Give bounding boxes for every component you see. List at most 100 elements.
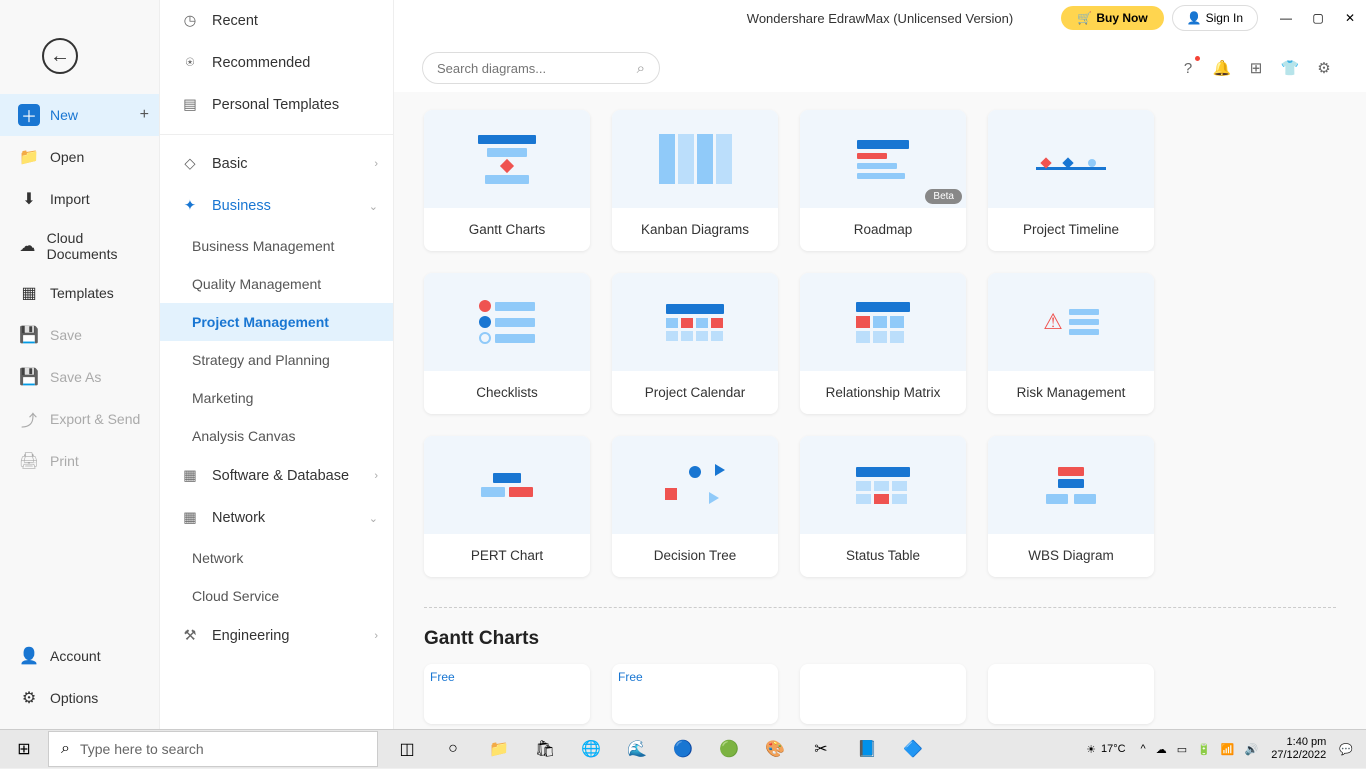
app-icon-1[interactable]: 🔵 bbox=[660, 730, 706, 769]
template-card-status-table[interactable]: Status Table bbox=[800, 436, 966, 577]
subcat-network[interactable]: Network bbox=[160, 539, 393, 577]
bell-icon[interactable]: 🔔 bbox=[1208, 54, 1236, 82]
cat-personal-templates[interactable]: ▤ Personal Templates bbox=[160, 84, 393, 126]
cat-label: Basic bbox=[212, 156, 247, 172]
subcat-quality-management[interactable]: Quality Management bbox=[160, 265, 393, 303]
battery-icon[interactable]: 🔋 bbox=[1192, 743, 1216, 756]
meet-icon[interactable]: ▭ bbox=[1172, 743, 1192, 756]
template-sample-4[interactable] bbox=[988, 664, 1154, 724]
template-card-gantt-charts[interactable]: Gantt Charts bbox=[424, 110, 590, 251]
cat-basic[interactable]: ◇ Basic › bbox=[160, 143, 393, 185]
chrome-icon[interactable]: 🌐 bbox=[568, 730, 614, 769]
search-icon[interactable]: ⌕ bbox=[637, 60, 645, 77]
chevron-right-icon: › bbox=[374, 630, 378, 642]
explorer-icon[interactable]: 📁 bbox=[476, 730, 522, 769]
settings-icon[interactable]: ⚙ bbox=[1310, 54, 1338, 82]
template-thumbnail bbox=[424, 436, 590, 534]
snip-icon[interactable]: ✂ bbox=[798, 730, 844, 769]
cloud-icon: ☁ bbox=[18, 235, 37, 257]
template-card-decision-tree[interactable]: Decision Tree bbox=[612, 436, 778, 577]
taskbar-search[interactable]: ⌕ Type here to search bbox=[48, 731, 378, 767]
maximize-button[interactable]: ▢ bbox=[1302, 2, 1334, 34]
account-icon: 👤 bbox=[18, 645, 40, 667]
main-content: Wondershare EdrawMax (Unlicensed Version… bbox=[394, 0, 1366, 729]
template-card-pert-chart[interactable]: PERT Chart bbox=[424, 436, 590, 577]
template-card-project-calendar[interactable]: Project Calendar bbox=[612, 273, 778, 414]
template-label: Status Table bbox=[800, 534, 966, 577]
tray-chevron-icon[interactable]: ^ bbox=[1136, 743, 1151, 755]
notifications-icon[interactable]: 💬 bbox=[1334, 743, 1358, 756]
nav-templates[interactable]: ▦ Templates bbox=[0, 272, 159, 314]
template-sample-1[interactable]: Free bbox=[424, 664, 590, 724]
edge-icon[interactable]: 🌊 bbox=[614, 730, 660, 769]
nav-save[interactable]: 💾 Save bbox=[0, 314, 159, 356]
subcat-project-management[interactable]: Project Management bbox=[160, 303, 393, 341]
grammarly-icon[interactable]: 🟢 bbox=[706, 730, 752, 769]
template-card-relationship-matrix[interactable]: Relationship Matrix bbox=[800, 273, 966, 414]
weather-icon[interactable]: ☀ bbox=[1081, 743, 1101, 756]
word-icon[interactable]: 📘 bbox=[844, 730, 890, 769]
subcat-marketing[interactable]: Marketing bbox=[160, 379, 393, 417]
template-card-wbs-diagram[interactable]: WBS Diagram bbox=[988, 436, 1154, 577]
apps-icon[interactable]: ⊞ bbox=[1242, 54, 1270, 82]
cortana-icon[interactable]: ○ bbox=[430, 730, 476, 769]
taskbar-clock[interactable]: 1:40 pm 27/12/2022 bbox=[1263, 736, 1334, 762]
save-as-icon: 💾 bbox=[18, 366, 40, 388]
template-card-roadmap[interactable]: BetaRoadmap bbox=[800, 110, 966, 251]
help-icon[interactable]: ? bbox=[1174, 54, 1202, 82]
cat-recommended[interactable]: ⍟ Recommended bbox=[160, 42, 393, 84]
template-grid-area[interactable]: Gantt ChartsKanban DiagramsBetaRoadmapPr… bbox=[394, 92, 1366, 729]
subcat-analysis-canvas[interactable]: Analysis Canvas bbox=[160, 417, 393, 455]
store-icon[interactable]: 🛍 bbox=[522, 730, 568, 769]
task-view-icon[interactable]: ◫ bbox=[384, 730, 430, 769]
subcat-business-management[interactable]: Business Management bbox=[160, 227, 393, 265]
close-button[interactable]: ✕ bbox=[1334, 2, 1366, 34]
paint-icon[interactable]: 🎨 bbox=[752, 730, 798, 769]
subcat-strategy-planning[interactable]: Strategy and Planning bbox=[160, 341, 393, 379]
template-label: Risk Management bbox=[988, 371, 1154, 414]
cat-business[interactable]: ✦ Business ⌄ bbox=[160, 185, 393, 227]
back-button[interactable]: ← bbox=[42, 38, 78, 74]
nav-cloud-documents[interactable]: ☁ Cloud Documents bbox=[0, 220, 159, 272]
cat-engineering[interactable]: ⚒ Engineering › bbox=[160, 615, 393, 657]
weather-temp[interactable]: 17°C bbox=[1101, 743, 1126, 755]
onedrive-icon[interactable]: ☁ bbox=[1151, 743, 1172, 756]
template-card-project-timeline[interactable]: Project Timeline bbox=[988, 110, 1154, 251]
cat-network[interactable]: ▦ Network ⌄ bbox=[160, 497, 393, 539]
search-input[interactable] bbox=[437, 61, 637, 76]
template-sample-3[interactable] bbox=[800, 664, 966, 724]
shirt-icon[interactable]: 👕 bbox=[1276, 54, 1304, 82]
templates-icon: ▦ bbox=[18, 282, 40, 304]
nav-import[interactable]: ⬇ Import bbox=[0, 178, 159, 220]
nav-account[interactable]: 👤 Account bbox=[0, 635, 159, 677]
template-thumbnail bbox=[988, 110, 1154, 208]
nav-export-send[interactable]: ⤴ Export & Send bbox=[0, 398, 159, 440]
template-card-kanban-diagrams[interactable]: Kanban Diagrams bbox=[612, 110, 778, 251]
volume-icon[interactable]: 🔊 bbox=[1240, 743, 1264, 756]
buy-now-button[interactable]: 🛒 Buy Now bbox=[1061, 6, 1163, 30]
nav-print[interactable]: 🖨 Print bbox=[0, 440, 159, 482]
add-icon[interactable]: + bbox=[140, 106, 149, 124]
sign-in-button[interactable]: 👤 Sign In bbox=[1172, 5, 1258, 31]
search-box[interactable]: ⌕ bbox=[422, 52, 660, 84]
nav-label: Save As bbox=[50, 369, 101, 385]
minimize-button[interactable]: — bbox=[1270, 2, 1302, 34]
free-badge: Free bbox=[618, 670, 643, 684]
template-thumbnail bbox=[612, 110, 778, 208]
clock-icon: ◷ bbox=[180, 11, 200, 31]
nav-options[interactable]: ⚙ Options bbox=[0, 677, 159, 719]
wifi-icon[interactable]: 📶 bbox=[1216, 743, 1240, 756]
nav-new[interactable]: ＋ New + bbox=[0, 94, 159, 136]
template-card-checklists[interactable]: Checklists bbox=[424, 273, 590, 414]
cat-recent[interactable]: ◷ Recent bbox=[160, 0, 393, 42]
template-card-risk-management[interactable]: ⚠Risk Management bbox=[988, 273, 1154, 414]
section-gantt-title: Gantt Charts bbox=[424, 628, 1336, 650]
cat-software-database[interactable]: ▦ Software & Database › bbox=[160, 455, 393, 497]
subcat-cloud-service[interactable]: Cloud Service bbox=[160, 577, 393, 615]
nav-open[interactable]: 📁 Open bbox=[0, 136, 159, 178]
template-thumbnail bbox=[612, 436, 778, 534]
start-button[interactable]: ⊞ bbox=[0, 730, 48, 769]
nav-save-as[interactable]: 💾 Save As bbox=[0, 356, 159, 398]
edrawmax-icon[interactable]: 🔷 bbox=[890, 730, 936, 769]
template-sample-2[interactable]: Free bbox=[612, 664, 778, 724]
